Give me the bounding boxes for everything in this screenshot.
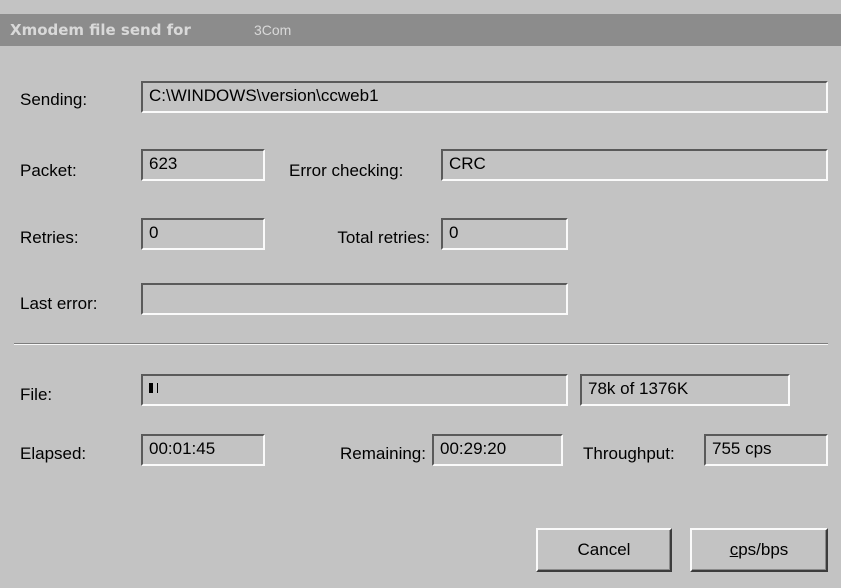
cps-bps-button[interactable]: cps/bps — [690, 528, 828, 572]
remaining-field: 00:29:20 — [432, 434, 563, 466]
file-status-field: 78k of 1376K — [580, 374, 790, 406]
xmodem-dialog: Xmodem file send for 3Com Sending: C:\WI… — [0, 0, 841, 588]
cps-bps-label: ps/bps — [738, 540, 789, 559]
error-checking-field: CRC — [441, 149, 828, 181]
retries-label: Retries: — [20, 228, 79, 247]
sending-field: C:\WINDOWS\version\ccweb1 — [141, 81, 828, 113]
packet-label: Packet: — [20, 161, 77, 180]
window-title: Xmodem file send for — [10, 21, 191, 39]
title-bar: Xmodem file send for 3Com — [0, 14, 841, 46]
elapsed-field: 00:01:45 — [141, 434, 265, 466]
sending-label: Sending: — [20, 90, 88, 109]
remaining-label: Remaining: — [340, 444, 426, 463]
file-label: File: — [20, 385, 53, 404]
retries-field: 0 — [141, 218, 265, 250]
total-retries-field: 0 — [441, 218, 568, 250]
packet-field: 623 — [141, 149, 265, 181]
last-error-label: Last error: — [20, 294, 98, 313]
throughput-field: 755 cps — [704, 434, 828, 466]
separator-line — [14, 343, 828, 345]
last-error-field — [141, 283, 568, 315]
cancel-button[interactable]: Cancel — [536, 528, 672, 572]
file-progress-fill — [149, 383, 158, 393]
error-checking-label: Error checking: — [289, 161, 404, 180]
total-retries-label: Total retries: — [337, 228, 430, 247]
window-title-suffix: 3Com — [254, 22, 292, 38]
throughput-label: Throughput: — [583, 444, 675, 463]
cps-bps-mnemonic: c — [729, 540, 739, 559]
file-progress-bar — [141, 374, 568, 406]
elapsed-label: Elapsed: — [20, 444, 87, 463]
